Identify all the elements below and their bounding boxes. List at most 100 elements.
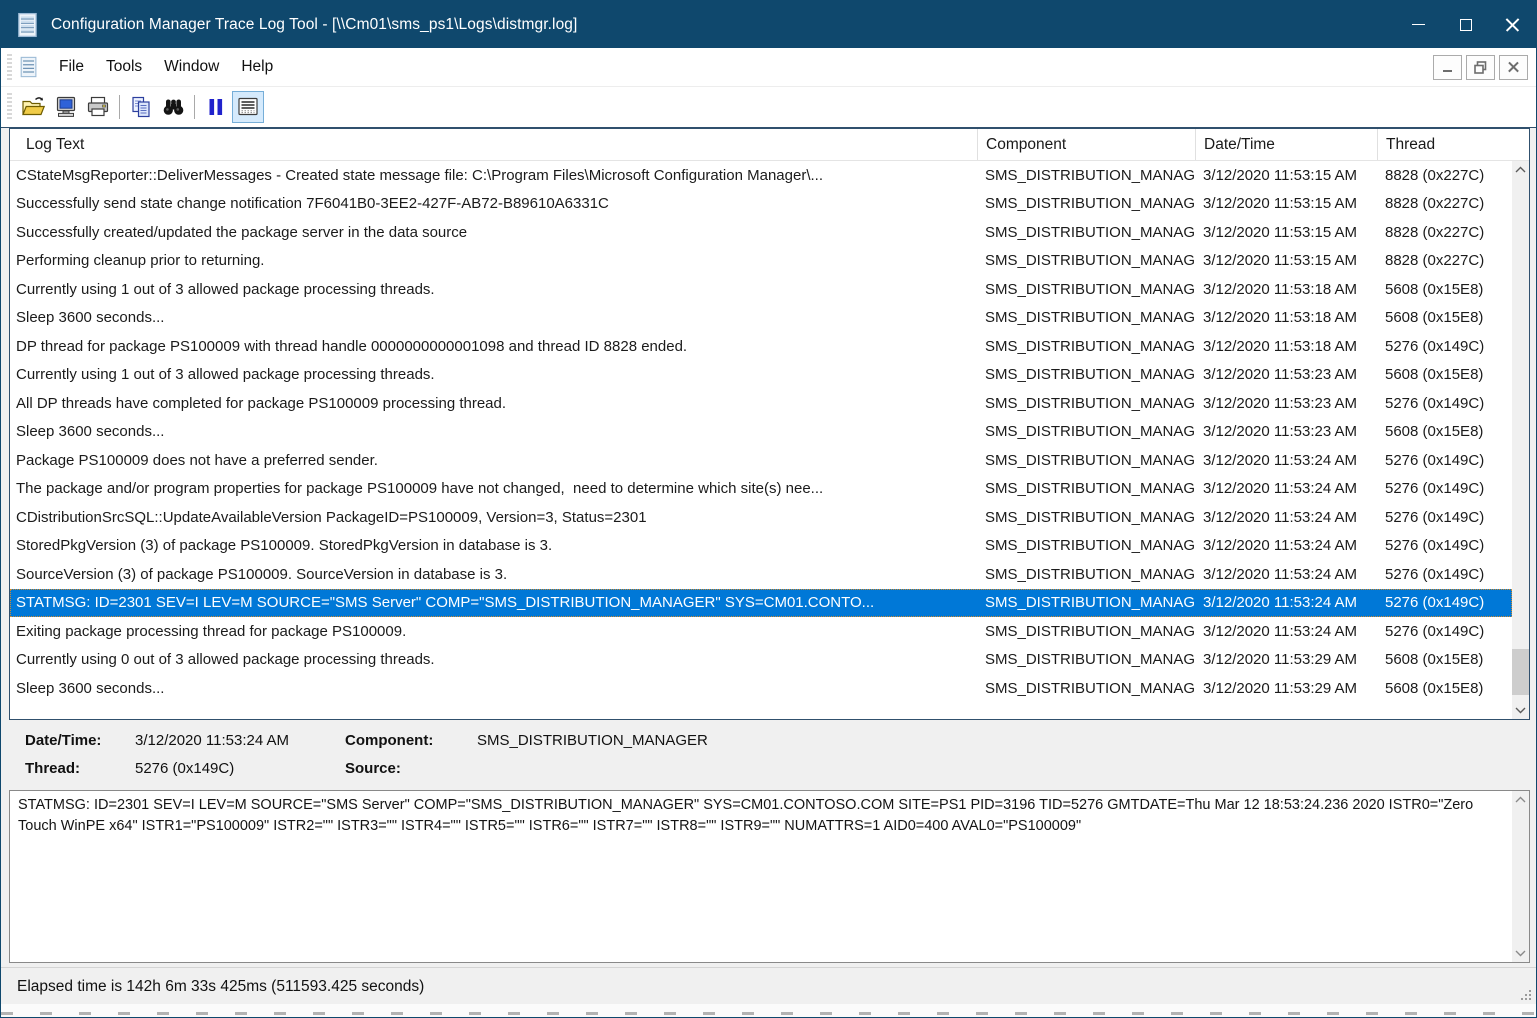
log-text-cell: CDistributionSrcSQL::UpdateAvailableVers… <box>16 509 647 526</box>
log-row[interactable]: DP thread for package PS100009 with thre… <box>10 332 1512 361</box>
toolbar-separator <box>194 95 195 119</box>
log-row[interactable]: Sleep 3600 seconds... SMS_DISTRIBUTION_M… <box>10 674 1512 703</box>
datetime-cell: 3/12/2020 11:53:24 AM <box>1195 617 1377 646</box>
log-row[interactable]: The package and/or program properties fo… <box>10 475 1512 504</box>
log-row[interactable]: Successfully created/updated the package… <box>10 218 1512 247</box>
component-cell: SMS_DISTRIBUTION_MANAGER <box>977 332 1195 361</box>
cmtrace-window: Configuration Manager Trace Log Tool - [… <box>0 0 1537 1018</box>
component-cell: SMS_DISTRIBUTION_MANAGER <box>977 617 1195 646</box>
component-cell: SMS_DISTRIBUTION_MANAGER <box>977 503 1195 532</box>
log-row[interactable]: Sleep 3600 seconds... SMS_DISTRIBUTION_M… <box>10 418 1512 447</box>
scroll-thumb[interactable] <box>1512 649 1529 695</box>
datetime-cell: 3/12/2020 11:53:24 AM <box>1195 475 1377 504</box>
thread-cell: 5276 (0x149C) <box>1377 617 1512 646</box>
thread-cell: 5276 (0x149C) <box>1377 446 1512 475</box>
thread-cell: 5276 (0x149C) <box>1377 589 1512 618</box>
log-row[interactable]: Package PS100009 does not have a preferr… <box>10 446 1512 475</box>
print-button[interactable] <box>82 91 114 123</box>
datetime-cell: 3/12/2020 11:53:15 AM <box>1195 190 1377 219</box>
log-text-cell: Sleep 3600 seconds... <box>16 309 164 326</box>
app-icon[interactable] <box>15 12 41 38</box>
mdi-restore-button[interactable] <box>1466 55 1495 80</box>
log-row[interactable]: Successfully send state change notificat… <box>10 190 1512 219</box>
log-row[interactable]: Performing cleanup prior to returning. S… <box>10 247 1512 276</box>
log-row[interactable]: CDistributionSrcSQL::UpdateAvailableVers… <box>10 503 1512 532</box>
message-scroll-down-icon[interactable] <box>1512 945 1529 962</box>
component-cell: SMS_DISTRIBUTION_MANAGER <box>977 646 1195 675</box>
column-header-datetime[interactable]: Date/Time <box>1195 129 1377 160</box>
document-icon[interactable] <box>18 55 40 79</box>
toolbar-separator <box>119 95 120 119</box>
component-cell: SMS_DISTRIBUTION_MANAGER <box>977 304 1195 333</box>
log-row[interactable]: STATMSG: ID=2301 SEV=I LEV=M SOURCE="SMS… <box>10 589 1512 618</box>
toolbar <box>1 87 1536 128</box>
find-button[interactable] <box>157 91 189 123</box>
maximize-button[interactable] <box>1442 1 1489 48</box>
mdi-minimize-button[interactable] <box>1433 55 1462 80</box>
rebar-gripper <box>7 54 12 80</box>
open-file-button[interactable] <box>18 91 50 123</box>
component-cell: SMS_DISTRIBUTION_MANAGER <box>977 161 1195 190</box>
resize-grip[interactable] <box>1517 986 1533 1002</box>
pause-button[interactable] <box>200 91 232 123</box>
component-cell: SMS_DISTRIBUTION_MANAGER <box>977 560 1195 589</box>
menu-file[interactable]: File <box>48 52 95 82</box>
mdi-close-button[interactable] <box>1499 55 1528 80</box>
datetime-cell: 3/12/2020 11:53:23 AM <box>1195 361 1377 390</box>
datetime-cell: 3/12/2020 11:53:29 AM <box>1195 674 1377 703</box>
component-cell: SMS_DISTRIBUTION_MANAGER <box>977 532 1195 561</box>
log-rows: CStateMsgReporter::DeliverMessages - Cre… <box>10 161 1512 719</box>
scroll-down-icon[interactable] <box>1512 702 1529 719</box>
thread-cell: 8828 (0x227C) <box>1377 190 1512 219</box>
message-scroll-up-icon[interactable] <box>1512 791 1529 808</box>
menu-help[interactable]: Help <box>230 52 284 82</box>
log-row[interactable]: Sleep 3600 seconds... SMS_DISTRIBUTION_M… <box>10 304 1512 333</box>
close-icon <box>1505 17 1520 32</box>
close-button[interactable] <box>1489 1 1536 48</box>
copy-icon <box>129 95 153 119</box>
detail-thread-value: 5276 (0x149C) <box>135 760 345 777</box>
copy-button[interactable] <box>125 91 157 123</box>
datetime-cell: 3/12/2020 11:53:24 AM <box>1195 560 1377 589</box>
column-header-thread[interactable]: Thread <box>1377 129 1529 160</box>
component-cell: SMS_DISTRIBUTION_MANAGER <box>977 475 1195 504</box>
log-row[interactable]: Currently using 0 out of 3 allowed packa… <box>10 646 1512 675</box>
log-list-header: Log Text Component Date/Time Thread <box>10 129 1529 161</box>
component-cell: SMS_DISTRIBUTION_MANAGER <box>977 418 1195 447</box>
log-row[interactable]: Currently using 1 out of 3 allowed packa… <box>10 361 1512 390</box>
log-row[interactable]: CStateMsgReporter::DeliverMessages - Cre… <box>10 161 1512 190</box>
thread-cell: 5276 (0x149C) <box>1377 503 1512 532</box>
column-header-component[interactable]: Component <box>977 129 1195 160</box>
message-body-box[interactable]: STATMSG: ID=2301 SEV=I LEV=M SOURCE="SMS… <box>9 790 1530 963</box>
log-text-cell: All DP threads have completed for packag… <box>16 395 506 412</box>
minimize-button[interactable] <box>1395 1 1442 48</box>
log-scrollbar[interactable] <box>1512 161 1529 719</box>
detail-component-label: Component: <box>345 732 477 749</box>
menu-window[interactable]: Window <box>153 52 230 82</box>
minimize-icon <box>1412 24 1425 25</box>
column-header-log-text[interactable]: Log Text <box>10 129 977 160</box>
log-row[interactable]: Exiting package processing thread for pa… <box>10 617 1512 646</box>
message-body-text: STATMSG: ID=2301 SEV=I LEV=M SOURCE="SMS… <box>18 795 1503 958</box>
datetime-cell: 3/12/2020 11:53:24 AM <box>1195 446 1377 475</box>
log-row[interactable]: All DP threads have completed for packag… <box>10 389 1512 418</box>
log-text-cell: DP thread for package PS100009 with thre… <box>16 338 687 355</box>
component-cell: SMS_DISTRIBUTION_MANAGER <box>977 218 1195 247</box>
log-row[interactable]: Currently using 1 out of 3 allowed packa… <box>10 275 1512 304</box>
thread-cell: 8828 (0x227C) <box>1377 161 1512 190</box>
menu-tools[interactable]: Tools <box>95 52 153 82</box>
detail-pane-toggle-button[interactable] <box>232 91 264 123</box>
thread-cell: 5608 (0x15E8) <box>1377 674 1512 703</box>
datetime-cell: 3/12/2020 11:53:23 AM <box>1195 389 1377 418</box>
scroll-up-icon[interactable] <box>1512 161 1529 178</box>
log-row[interactable]: SourceVersion (3) of package PS100009. S… <box>10 560 1512 589</box>
log-row[interactable]: StoredPkgVersion (3) of package PS100009… <box>10 532 1512 561</box>
log-text-cell: Successfully send state change notificat… <box>16 195 609 212</box>
datetime-cell: 3/12/2020 11:53:23 AM <box>1195 418 1377 447</box>
log-text-cell: The package and/or program properties fo… <box>16 480 823 497</box>
window-title: Configuration Manager Trace Log Tool - [… <box>51 16 577 34</box>
remote-computer-button[interactable] <box>50 91 82 123</box>
detail-source-label: Source: <box>345 760 477 777</box>
message-scrollbar[interactable] <box>1512 791 1529 962</box>
detail-pane-icon <box>236 95 260 119</box>
